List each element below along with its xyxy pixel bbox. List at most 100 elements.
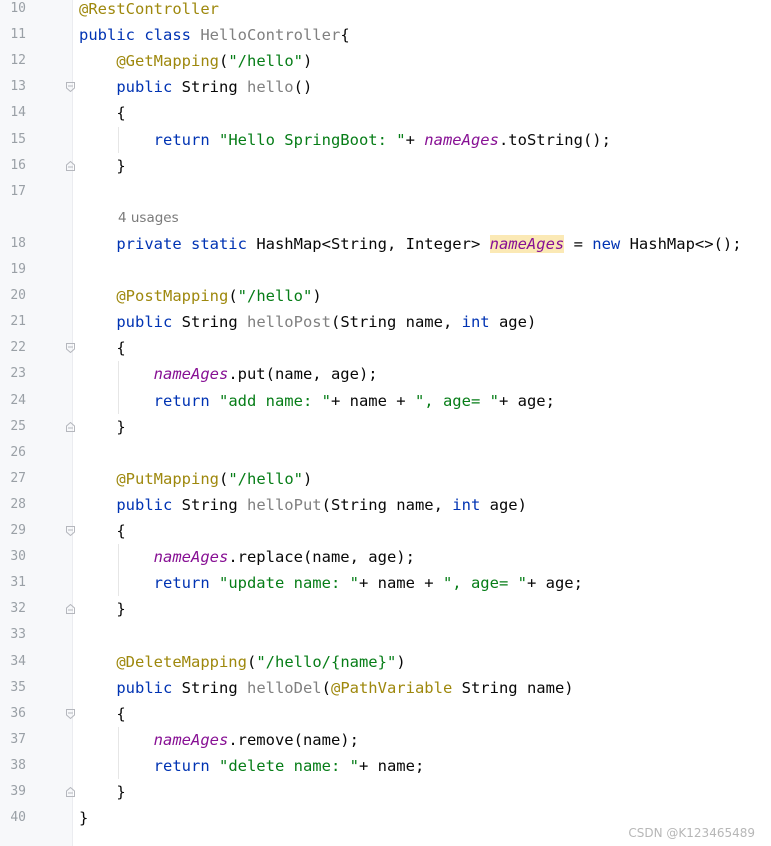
fold-close-icon[interactable] <box>66 787 75 797</box>
code-token: ( <box>246 652 257 671</box>
code-token: @GetMapping <box>79 52 219 71</box>
usages-hint[interactable]: 4 usages <box>118 205 179 231</box>
code-text[interactable]: nameAges.put(name, age); <box>79 361 378 387</box>
code-text[interactable]: return "delete name: "+ name; <box>79 753 425 779</box>
code-line[interactable]: 37 nameAges.remove(name); <box>0 727 771 753</box>
fold-close-icon[interactable] <box>66 604 75 615</box>
code-token: (String name, <box>330 313 462 332</box>
code-line[interactable]: 17 <box>0 179 771 205</box>
code-line[interactable]: 20 @PostMapping("/hello") <box>0 283 771 309</box>
code-text[interactable]: { <box>79 518 125 544</box>
code-line[interactable]: 27 @PutMapping("/hello") <box>0 466 771 492</box>
code-token: private static <box>79 234 257 253</box>
code-line[interactable]: 32 } <box>0 596 771 622</box>
code-line[interactable]: 21 public String helloPost(String name, … <box>0 309 771 335</box>
code-token: String <box>181 678 247 697</box>
line-number: 40 <box>10 810 26 826</box>
code-token: helloPut <box>246 495 322 514</box>
code-text[interactable]: public String helloDel(@PathVariable Str… <box>79 675 573 701</box>
fold-close-icon[interactable] <box>66 421 75 432</box>
code-line[interactable]: 12 @GetMapping("/hello") <box>0 48 771 74</box>
code-text[interactable]: } <box>79 779 125 805</box>
code-line[interactable]: 28 public String helloPut(String name, i… <box>0 492 771 518</box>
code-line[interactable]: 15 return "Hello SpringBoot: "+ nameAges… <box>0 127 771 153</box>
code-text[interactable]: return "add name: "+ name + ", age= "+ a… <box>79 388 555 414</box>
code-token: new <box>592 234 630 253</box>
code-line[interactable]: 39 } <box>0 779 771 805</box>
code-text[interactable]: @PutMapping("/hello") <box>79 466 312 492</box>
code-text[interactable]: public class HelloController{ <box>79 22 350 48</box>
code-text[interactable]: } <box>79 596 125 622</box>
code-token: ( <box>218 469 229 488</box>
code-text[interactable]: } <box>79 805 88 831</box>
code-line[interactable]: 38 return "delete name: "+ name; <box>0 753 771 779</box>
code-line[interactable]: 25 } <box>0 414 771 440</box>
code-text[interactable]: private static HashMap<String, Integer> … <box>79 231 742 257</box>
code-text[interactable]: nameAges.remove(name); <box>79 727 359 753</box>
line-number: 28 <box>10 496 26 512</box>
code-text[interactable]: { <box>79 335 126 361</box>
code-token: .toString(); <box>498 130 611 149</box>
code-line[interactable]: 13 public String hello() <box>0 74 771 100</box>
code-editor[interactable]: 10 @RestController 11 public class HelloCon… <box>0 0 771 846</box>
code-token: return <box>79 756 219 775</box>
code-line[interactable]: 4 usages <box>0 205 771 231</box>
line-number: 23 <box>10 366 26 382</box>
code-token: + age; <box>498 391 555 410</box>
code-line[interactable]: 22 { <box>0 335 771 361</box>
code-text[interactable]: { <box>79 100 125 126</box>
code-text[interactable]: public String hello() <box>79 74 312 100</box>
code-line[interactable]: 36 { <box>0 701 771 727</box>
code-line[interactable]: 35 public String helloDel(@PathVariable … <box>0 675 771 701</box>
code-token: { <box>79 339 126 358</box>
code-token: public class <box>79 26 201 45</box>
code-line[interactable]: 10 @RestController <box>0 0 771 22</box>
fold-open-icon[interactable] <box>66 708 75 719</box>
code-text[interactable]: @GetMapping("/hello") <box>79 48 312 74</box>
code-line[interactable]: 31 return "update name: "+ name + ", age… <box>0 570 771 596</box>
code-token: + name + <box>358 574 443 593</box>
code-text[interactable]: @DeleteMapping("/hello/{name}") <box>79 649 405 675</box>
code-text[interactable]: return "Hello SpringBoot: "+ nameAges.to… <box>79 127 611 153</box>
indent-guide <box>118 361 119 414</box>
line-number: 17 <box>10 183 26 199</box>
line-number: 35 <box>10 679 26 695</box>
code-line[interactable]: 24 return "add name: "+ name + ", age= "… <box>0 388 771 414</box>
code-token: @DeleteMapping <box>79 652 247 671</box>
code-token: age) <box>498 313 537 332</box>
code-text[interactable]: @PostMapping("/hello") <box>79 283 321 309</box>
code-token: } <box>79 809 89 828</box>
fold-close-icon[interactable] <box>66 160 75 171</box>
code-text[interactable]: public String helloPost(String name, int… <box>79 309 536 335</box>
fold-open-icon[interactable] <box>66 82 75 93</box>
fold-open-icon[interactable] <box>66 343 75 354</box>
code-text[interactable]: public String helloPut(String name, int … <box>79 492 527 518</box>
code-token: @PathVariable <box>330 678 462 697</box>
code-line[interactable]: 34 @DeleteMapping("/hello/{name}") <box>0 649 771 675</box>
fold-open-icon[interactable] <box>66 526 75 536</box>
code-line[interactable]: 29 { <box>0 518 771 544</box>
code-text[interactable]: @RestController <box>79 0 219 22</box>
code-text[interactable]: nameAges.replace(name, age); <box>79 544 415 570</box>
code-line[interactable]: 18 private static HashMap<String, Intege… <box>0 231 771 257</box>
code-token: } <box>79 156 126 175</box>
code-line[interactable]: 26 <box>0 440 771 466</box>
code-token: "/hello" <box>237 287 313 306</box>
code-token: public <box>79 313 182 332</box>
line-number: 27 <box>10 470 26 486</box>
code-line[interactable]: 14 { <box>0 100 771 126</box>
code-line[interactable]: 11 public class HelloController{ <box>0 22 771 48</box>
code-token: } <box>79 417 126 436</box>
code-line[interactable]: 23 nameAges.put(name, age); <box>0 361 771 387</box>
code-line[interactable]: 33 <box>0 622 771 648</box>
code-text[interactable]: { <box>79 701 125 727</box>
code-text[interactable]: return "update name: "+ name + ", age= "… <box>79 570 583 596</box>
line-number: 26 <box>10 444 26 460</box>
code-line[interactable]: 16 } <box>0 153 771 179</box>
line-number: 15 <box>10 131 26 147</box>
code-text[interactable]: } <box>79 414 126 440</box>
code-line[interactable]: 30 nameAges.replace(name, age); <box>0 544 771 570</box>
code-line[interactable]: 19 <box>0 257 771 283</box>
code-text[interactable]: } <box>79 153 126 179</box>
code-token: "delete name: " <box>218 756 359 775</box>
